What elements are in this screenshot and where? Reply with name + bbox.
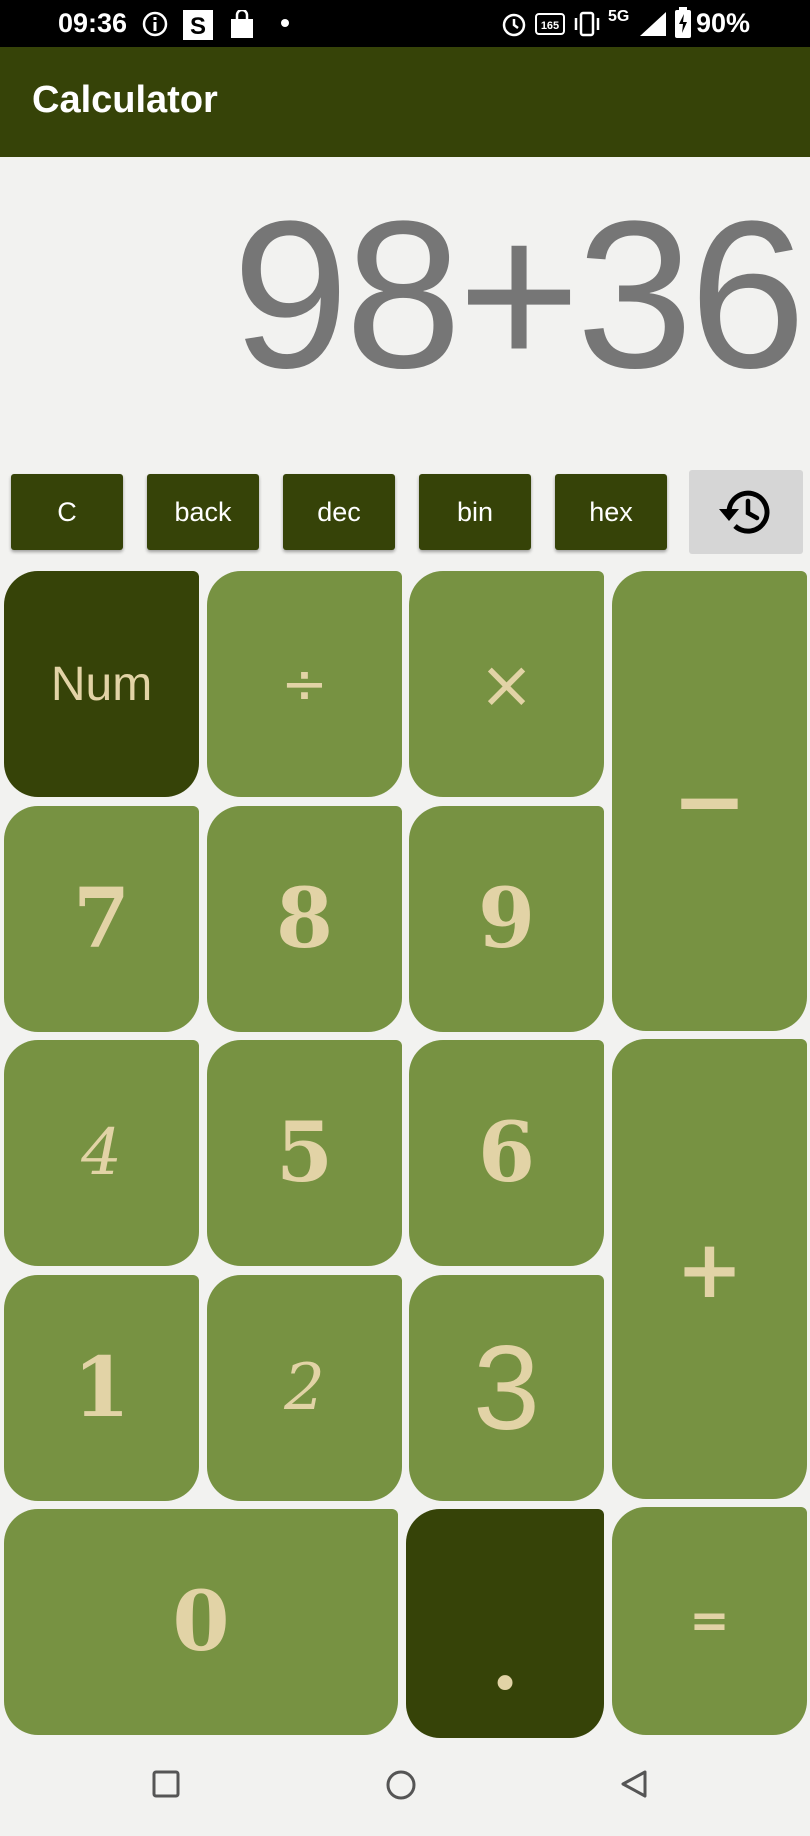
expression-display[interactable]: 98+36 <box>232 190 806 400</box>
five-key[interactable]: 5 <box>207 1040 402 1266</box>
nine-key[interactable]: 9 <box>409 806 604 1032</box>
minus-key[interactable]: − <box>612 571 807 1031</box>
network-label: 5G <box>608 8 630 25</box>
signal-icon <box>640 12 666 36</box>
seven-key[interactable]: 7 <box>4 806 199 1032</box>
battery-icon <box>675 7 691 38</box>
history-icon <box>719 490 770 534</box>
refresh-rate-icon: 165 <box>535 13 565 35</box>
backspace-button[interactable]: back <box>147 474 259 550</box>
dec-mode-button[interactable]: dec <box>283 474 395 550</box>
decimal-key[interactable]: . <box>406 1509 604 1738</box>
zero-key[interactable]: 0 <box>4 1509 398 1735</box>
svg-text:165: 165 <box>541 20 559 32</box>
divide-key[interactable]: ÷ <box>207 571 402 797</box>
app-title: Calculator <box>32 79 218 121</box>
status-time: 09:36 <box>58 8 128 38</box>
equals-key[interactable]: = <box>612 1507 807 1735</box>
shopping-bag-icon <box>231 10 253 38</box>
dot-icon <box>281 19 289 27</box>
multiply-key[interactable]: × <box>409 571 604 797</box>
eight-key[interactable]: 8 <box>207 806 402 1032</box>
back-icon[interactable] <box>618 1768 650 1800</box>
recents-icon[interactable] <box>150 1768 182 1800</box>
vibrate-icon <box>574 11 600 37</box>
home-icon[interactable] <box>384 1768 418 1802</box>
two-key[interactable]: 2 <box>207 1275 402 1501</box>
three-key[interactable]: 3 <box>409 1275 604 1501</box>
four-key[interactable]: 4 <box>4 1040 199 1266</box>
s-app-icon: S <box>183 10 213 40</box>
svg-text:S: S <box>190 13 206 40</box>
hex-mode-button[interactable]: hex <box>555 474 667 550</box>
app-bar: Calculator <box>0 47 810 157</box>
num-key[interactable]: Num <box>4 571 199 797</box>
six-key[interactable]: 6 <box>409 1040 604 1266</box>
history-button[interactable] <box>689 470 803 554</box>
navigation-bar <box>0 1742 810 1836</box>
plus-key[interactable]: + <box>612 1039 807 1499</box>
battery-percent: 90% <box>695 8 750 38</box>
info-icon <box>142 11 168 37</box>
one-key[interactable]: 1 <box>4 1275 199 1501</box>
bin-mode-button[interactable]: bin <box>419 474 531 550</box>
alarm-icon <box>502 13 526 37</box>
status-bar: 09:36 S 165 5G 90% <box>0 0 810 47</box>
clear-button[interactable]: C <box>11 474 123 550</box>
